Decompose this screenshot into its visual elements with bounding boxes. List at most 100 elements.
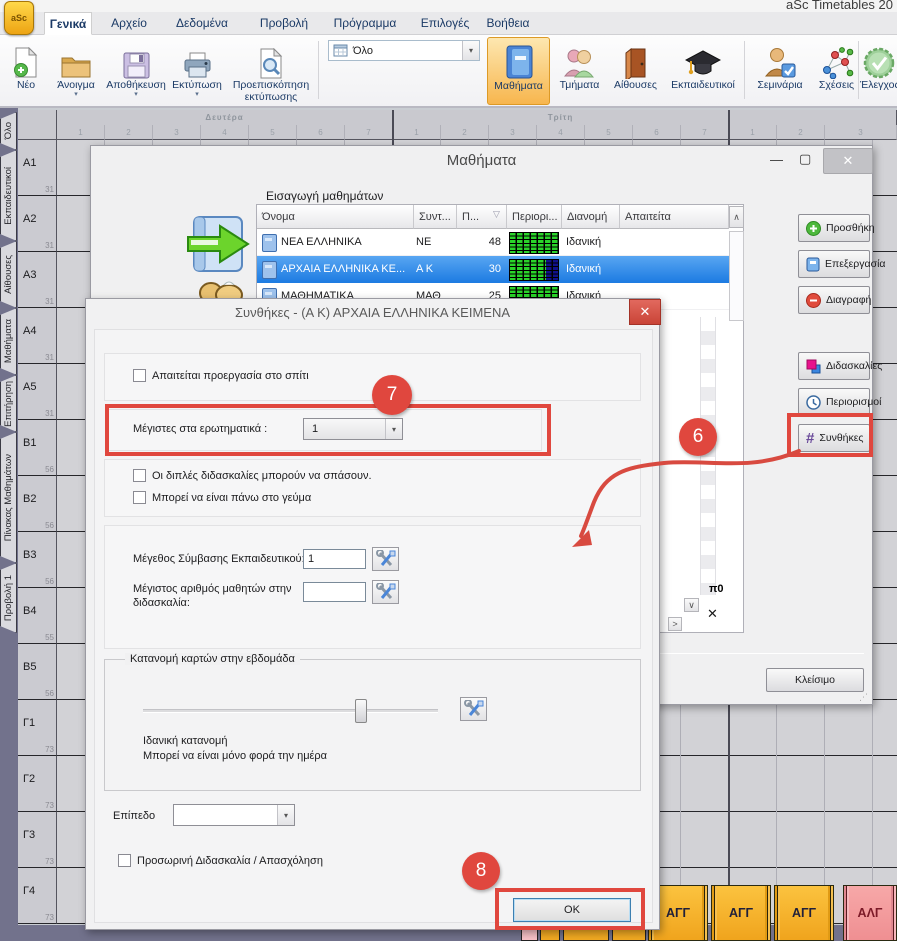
close-button[interactable]: ✕ <box>823 148 873 174</box>
row-header-g2[interactable]: Γ273 <box>18 756 57 812</box>
scroll-right-icon[interactable]: > <box>668 617 682 631</box>
menu-tab-arxeio[interactable]: Αρχείο <box>105 12 153 35</box>
close-dialog-button[interactable]: Κλείσιμο <box>766 668 864 692</box>
print-dropdown-icon[interactable]: ▾ <box>168 91 226 99</box>
maximize-icon[interactable]: ▢ <box>799 151 811 167</box>
delete-button[interactable]: Διαγραφή <box>798 286 870 314</box>
seminars-button[interactable]: Σεμινάρια <box>748 37 812 105</box>
menu-tab-programma[interactable]: Πρόγραμμα <box>330 12 400 35</box>
lesson-card[interactable]: ΑΛΓ <box>843 885 897 941</box>
ok-button[interactable]: OK <box>513 898 631 922</box>
row-header-g4[interactable]: Γ473 <box>18 868 57 924</box>
homework-checkbox[interactable] <box>133 369 146 382</box>
open-button[interactable]: Άνοιγμα ▾ <box>48 37 104 105</box>
x-mark-icon[interactable]: ✕ <box>707 606 718 622</box>
sidebar-tab-pinakas-mathimaton[interactable]: Πίνακας Μαθημάτων <box>0 432 17 563</box>
temporary-checkbox[interactable] <box>118 854 131 867</box>
subject-row[interactable]: ΝΕΑ ΕΛΛΗΝΙΚΑ ΝΕ 48 Ιδανική <box>257 229 729 256</box>
distribution-slider-thumb[interactable] <box>355 699 367 723</box>
contract-tools-button[interactable] <box>372 547 399 571</box>
scrollbar-thumb[interactable] <box>729 231 744 321</box>
col-header-constraints[interactable]: Περιορι... <box>507 205 562 229</box>
import-subjects-icon[interactable] <box>186 213 250 280</box>
add-button[interactable]: Προσθήκη <box>798 214 870 242</box>
lunch-checkbox[interactable] <box>133 491 146 504</box>
combo-dropdown-icon[interactable]: ▾ <box>385 419 402 439</box>
level-combobox[interactable]: ▾ <box>173 804 295 826</box>
door-icon <box>608 37 663 79</box>
resize-grip[interactable]: ⋰ <box>859 692 868 703</box>
row-header-b4[interactable]: B455 <box>18 588 57 644</box>
combo-dropdown-icon[interactable]: ▾ <box>462 41 479 60</box>
distribution-tools-button[interactable] <box>460 697 487 721</box>
scrollbar-track[interactable] <box>700 317 716 595</box>
subject-row-selected[interactable]: ΑΡΧΑΙΑ ΕΛΛΗΝΙΚΑ ΚΕ... Α Κ 30 Ιδανική <box>257 256 729 283</box>
row-header-b3[interactable]: B356 <box>18 532 57 588</box>
card-sliver[interactable] <box>521 929 538 941</box>
contract-size-input[interactable] <box>303 549 366 569</box>
menu-tab-voitheia[interactable]: Βοήθεια <box>480 12 536 35</box>
edit-button[interactable]: Επεξεργασία <box>798 250 870 278</box>
lesson-card[interactable]: ΑΓΓ <box>774 885 834 941</box>
print-button[interactable]: Εκτύπωση ▾ <box>168 37 226 105</box>
new-button[interactable]: Νέο <box>4 37 48 105</box>
distribution-slider-track[interactable] <box>143 709 438 713</box>
minimize-icon[interactable]: — <box>770 152 783 167</box>
scroll-down-icon[interactable]: ∨ <box>684 598 699 612</box>
menu-tab-genika[interactable]: Γενικά <box>44 12 92 35</box>
save-dropdown-icon[interactable]: ▾ <box>104 91 168 99</box>
lesson-card[interactable]: ΑΓΓ <box>711 885 771 941</box>
scroll-up-icon[interactable]: ∧ <box>729 206 744 228</box>
row-header-g3[interactable]: Γ373 <box>18 812 57 868</box>
open-dropdown-icon[interactable]: ▾ <box>48 91 104 99</box>
row-header-a2[interactable]: A231 <box>18 196 57 252</box>
unplaced-count-label: π0 <box>709 583 724 595</box>
classes-button[interactable]: Τμήματα <box>552 37 607 105</box>
sidebar-tab-olo[interactable]: Όλο <box>0 112 17 150</box>
combo-dropdown-icon[interactable]: ▾ <box>277 805 294 825</box>
card-sliver[interactable] <box>563 929 609 941</box>
row-header-g1[interactable]: Γ173 <box>18 700 57 756</box>
classrooms-button[interactable]: Αίθουσες <box>608 37 663 105</box>
close-button[interactable]: ✕ <box>629 299 661 325</box>
check-button[interactable]: Έλεγχος <box>860 37 897 105</box>
double-break-checkbox[interactable] <box>133 469 146 482</box>
lessons-button[interactable]: Διδασκαλίες <box>798 352 870 380</box>
row-header-a1[interactable]: A131 <box>18 140 57 196</box>
toolbar: Νέο Άνοιγμα ▾ Αποθήκευση ▾ Εκτύπωση ▾ <box>0 35 897 108</box>
sidebar-tab-epitirisi[interactable]: Επιτήρηση <box>0 375 17 432</box>
asc-logo-icon[interactable]: aSc <box>4 1 34 35</box>
row-header-a3[interactable]: A331 <box>18 252 57 308</box>
sidebar-tab-mathimata[interactable]: Μαθήματα <box>0 308 17 375</box>
view-filter-combobox[interactable]: Όλο ▾ <box>328 40 480 61</box>
max-students-input[interactable] <box>303 582 366 602</box>
row-header-b1[interactable]: B156 <box>18 420 57 476</box>
max-students-tools-button[interactable] <box>372 580 399 604</box>
sidebar-tab-ekpaideutikoi[interactable]: Εκπαιδευτικοί <box>0 150 17 241</box>
sidebar-tab-aithouses[interactable]: Αίθουσες <box>0 241 17 308</box>
constraints-button[interactable]: Περιορισμοί <box>798 388 870 416</box>
sidebar-tab-provoli-1[interactable]: Προβολή 1 <box>0 563 17 633</box>
col-header-required[interactable]: Απαιτείτα <box>620 205 729 229</box>
menu-tab-dedomena[interactable]: Δεδομένα <box>170 12 234 35</box>
col-header-name[interactable]: Όνομα <box>257 205 414 229</box>
menu-tab-epiloges[interactable]: Επιλογές <box>416 12 474 35</box>
save-button[interactable]: Αποθήκευση ▾ <box>104 37 168 105</box>
max-questions-combobox[interactable]: 1 ▾ <box>303 418 403 440</box>
filter-funnel-icon[interactable]: ▽ <box>493 209 500 220</box>
conditions-button[interactable]: # Συνθήκες <box>798 424 870 452</box>
print-preview-button[interactable]: Προεπισκόπηση εκτύπωσης <box>228 37 314 105</box>
menu-tab-provoli[interactable]: Προβολή <box>255 12 313 35</box>
card-sliver[interactable] <box>612 929 646 941</box>
row-header-b2[interactable]: B256 <box>18 476 57 532</box>
window-title: aSc Timetables 20 <box>786 0 893 12</box>
row-header-a5[interactable]: A531 <box>18 364 57 420</box>
subjects-button[interactable]: Μαθήματα <box>487 37 550 105</box>
row-header-a4[interactable]: A431 <box>18 308 57 364</box>
col-header-distribution[interactable]: Διανομή <box>562 205 620 229</box>
teachers-button[interactable]: Εκπαιδευτικοί <box>664 37 742 105</box>
row-header-b5[interactable]: B556 <box>18 644 57 700</box>
relations-button[interactable]: Σχέσεις <box>813 37 860 105</box>
card-sliver[interactable] <box>540 929 560 941</box>
col-header-code[interactable]: Συντ... <box>414 205 457 229</box>
